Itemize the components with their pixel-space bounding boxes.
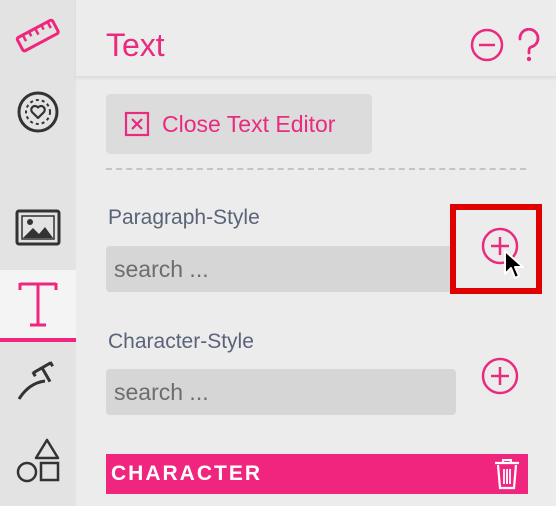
character-style-label: Character-Style [108, 330, 254, 353]
collapse-minus-icon[interactable] [470, 28, 504, 62]
shapes-icon [16, 438, 60, 483]
trash-icon[interactable] [492, 457, 522, 491]
shapes-tool-button[interactable] [0, 424, 76, 496]
close-box-icon [124, 111, 150, 137]
close-text-editor-button[interactable]: Close Text Editor [106, 94, 372, 154]
paragraph-style-search-input[interactable] [106, 246, 452, 292]
panel-header: Text [76, 0, 556, 77]
text-tool-button[interactable] [0, 270, 76, 342]
panel-title: Text [106, 27, 165, 63]
heart-badge-icon [17, 91, 59, 133]
tool-rail [0, 0, 76, 506]
favorites-tool-button[interactable] [0, 76, 76, 148]
image-icon [15, 209, 61, 246]
path-text-tool-button[interactable] [0, 346, 76, 418]
character-section-label: CHARACTER [111, 462, 262, 485]
help-icon[interactable] [514, 28, 544, 62]
character-section-bar[interactable]: CHARACTER [106, 454, 528, 494]
ruler-tool-button[interactable] [0, 0, 76, 72]
divider [106, 168, 526, 170]
text-panel: Text Close Text Editor Paragraph-Style C… [76, 0, 556, 506]
character-style-search-input[interactable] [106, 369, 456, 415]
ruler-icon [15, 18, 60, 53]
text-tool-icon [18, 282, 58, 327]
close-text-editor-label: Close Text Editor [162, 110, 336, 137]
path-tool-icon [17, 361, 54, 400]
highlight-box [450, 204, 542, 294]
paragraph-style-label: Paragraph-Style [108, 206, 260, 229]
image-tool-button[interactable] [0, 192, 76, 264]
add-character-style-icon[interactable] [480, 356, 520, 396]
